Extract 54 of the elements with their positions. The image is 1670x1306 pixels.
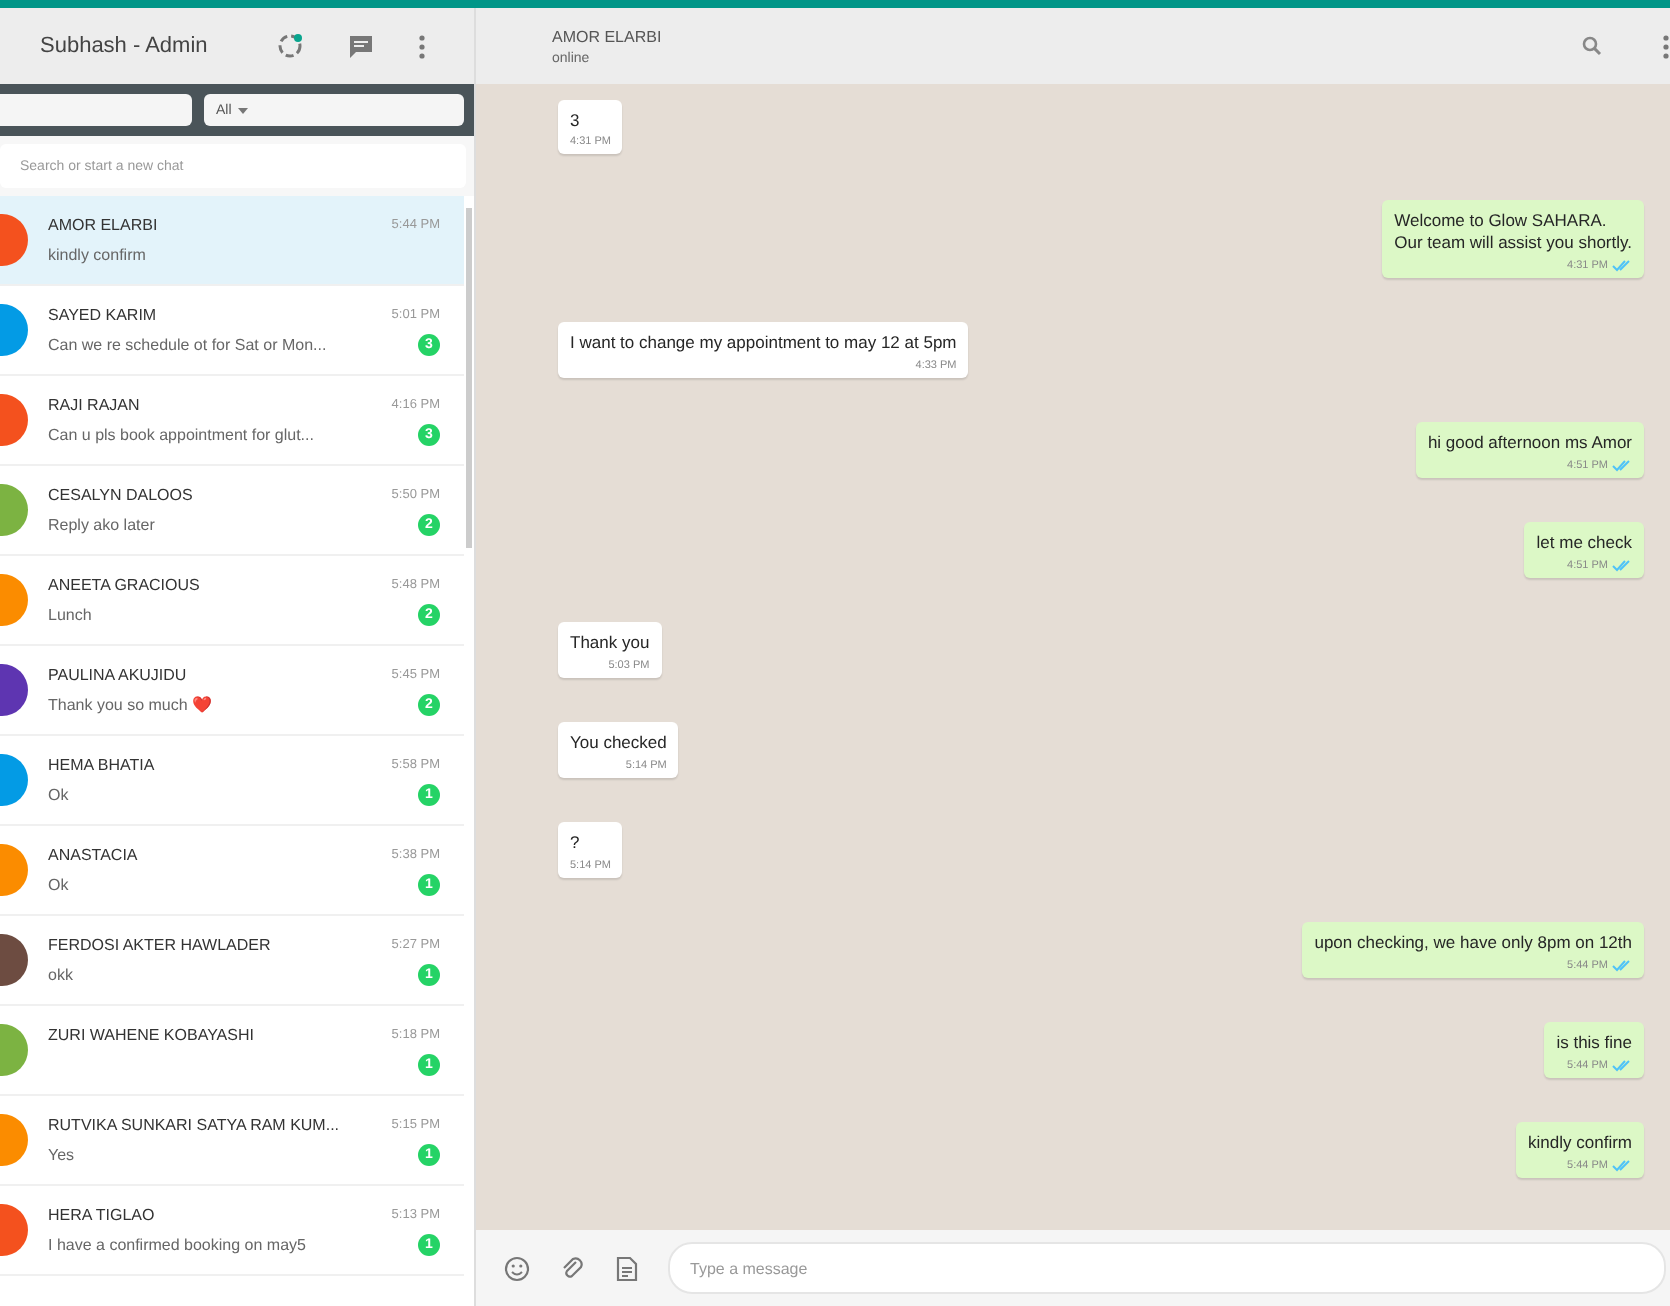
contact-name: AMOR ELARBI — [48, 215, 158, 233]
contact-name: FERDOSI AKTER HAWLADER — [48, 935, 271, 953]
double-check-icon — [1612, 559, 1632, 572]
new-chat-icon[interactable] — [348, 33, 374, 59]
message-preview: I have a confirmed booking on may5 — [48, 1235, 306, 1253]
contact-name: ANEETA GRACIOUS — [48, 575, 200, 593]
message-preview: Lunch — [48, 605, 92, 623]
contact-name: SAYED KARIM — [48, 305, 157, 323]
menu-icon[interactable] — [1662, 33, 1670, 59]
document-icon[interactable] — [616, 1255, 638, 1281]
contact-name: ANASTACIA — [48, 845, 138, 863]
message-text: kindly confirm — [1528, 1132, 1632, 1156]
contact-name: ZURI WAHENE KOBAYASHI — [48, 1025, 254, 1043]
paperclip-icon[interactable] — [560, 1255, 586, 1281]
filter-field[interactable] — [0, 94, 192, 126]
message-text: I want to change my appointment to may 12 at 5pm — [570, 332, 957, 356]
contact-name: CESALYN DALOOS — [48, 485, 193, 503]
menu-icon[interactable] — [418, 33, 426, 59]
message-preview: okk — [48, 965, 73, 983]
contact-name: PAULINA AKUJIDU — [48, 665, 187, 683]
double-check-icon — [1612, 259, 1632, 272]
contact-name: HERA TIGLAO — [48, 1205, 155, 1223]
message-text: is this fine — [1556, 1032, 1632, 1056]
double-check-icon — [1612, 1159, 1632, 1172]
contact-name: RUTVIKA SUNKARI SATYA RAM KUM... — [48, 1115, 340, 1133]
account-name: Subhash - Admin — [40, 34, 208, 58]
message-preview: kindly confirm — [48, 245, 146, 263]
contact-name: AMOR ELARBI — [552, 27, 664, 45]
scrollbar[interactable] — [466, 208, 472, 548]
message-text: Thank you — [570, 632, 650, 656]
search-icon[interactable] — [1582, 36, 1602, 56]
message-text: let me check — [1536, 532, 1632, 556]
contact-name: RAJI RAJAN — [48, 395, 140, 413]
message-preview: Can we re schedule ot for Sat or Mon... — [48, 335, 327, 353]
contact-name: HEMA BHATIA — [48, 755, 155, 773]
message-input[interactable]: Type a message — [668, 1242, 1666, 1294]
message-preview: Reply ako later — [48, 515, 155, 533]
message-preview: Yes — [48, 1145, 75, 1163]
emoji-icon[interactable] — [504, 1255, 530, 1281]
double-check-icon — [1612, 959, 1632, 972]
message-text: ? — [570, 832, 582, 856]
caret-icon — [237, 107, 248, 113]
message-preview: Can u pls book appointment for glut... — [48, 425, 314, 443]
message-text: upon checking, we have only 8pm on 12th — [1314, 932, 1632, 956]
double-check-icon — [1612, 459, 1632, 472]
message-text: 3 — [570, 110, 582, 133]
message-text: You checked — [570, 732, 667, 756]
message-text: Welcome to Glow SAHARA. Our team will assist you shortly. — [1394, 210, 1632, 256]
message-preview: Ok — [48, 875, 69, 893]
double-check-icon — [1612, 1059, 1632, 1072]
message-text: hi good afternoon ms Amor — [1427, 432, 1632, 456]
message-preview: Thank you so much ❤ — [48, 695, 213, 713]
message-preview: Ok — [48, 785, 69, 803]
status-icon[interactable] — [276, 32, 304, 60]
